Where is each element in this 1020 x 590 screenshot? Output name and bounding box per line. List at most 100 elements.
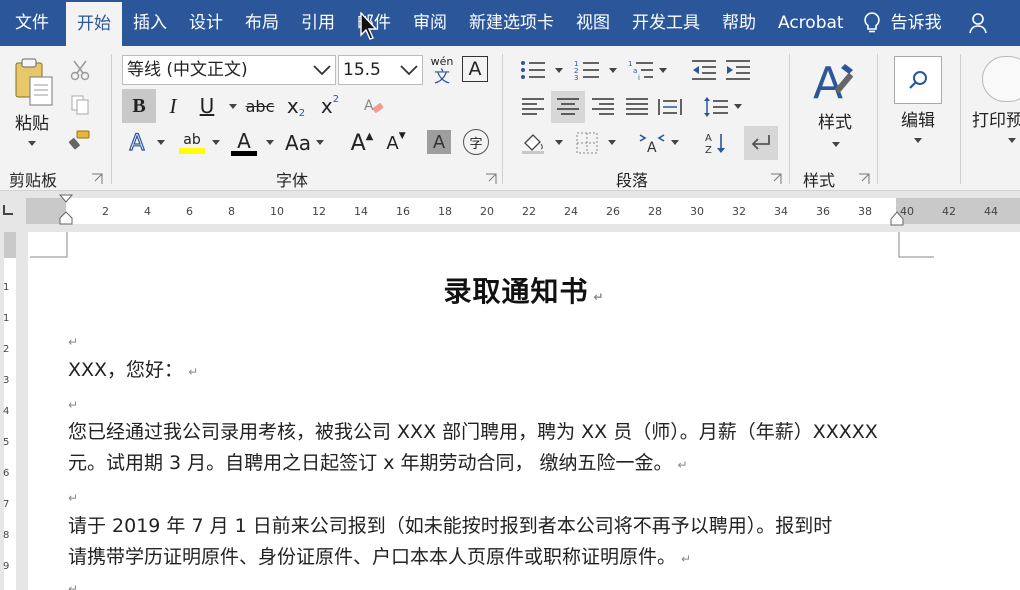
svg-text:A: A	[647, 140, 657, 154]
bullets-dropdown-icon[interactable]	[555, 68, 563, 73]
paste-button[interactable]: 粘贴	[10, 110, 54, 134]
styles-launcher-icon[interactable]	[858, 173, 870, 185]
highlight-dropdown-icon[interactable]	[212, 140, 220, 145]
paste-icon[interactable]	[8, 56, 58, 110]
show-formatting-marks-icon[interactable]	[744, 126, 778, 160]
text-effects-button[interactable]: A	[124, 126, 150, 160]
shrink-font-button[interactable]: A ▼	[382, 126, 410, 160]
paragraph-mark: ↵	[188, 365, 199, 379]
tab-help[interactable]: 帮助	[711, 0, 767, 46]
font-launcher-icon[interactable]	[485, 173, 497, 185]
body-text: 您已经通过我公司录用考核，被我公司 XXX 部门聘用，聘为 XX 员（师）。月薪…	[68, 421, 878, 443]
chinese-layout-dropdown-icon[interactable]	[671, 140, 679, 145]
tab-review[interactable]: 审阅	[402, 0, 458, 46]
tell-me-search[interactable]: 告诉我	[889, 0, 953, 46]
indent-marker-icon[interactable]	[59, 194, 73, 226]
underline-button[interactable]: U	[194, 89, 220, 123]
styles-dropdown-icon[interactable]	[832, 142, 840, 147]
document-page[interactable]: 录取通知书 ↵ ↵ XXX，您好： ↵ ↵ 您已经通过我公司录用考核，被我公司 XX…	[28, 232, 1020, 590]
align-right-icon[interactable]	[586, 91, 620, 123]
font-size-select[interactable]: 15.5	[338, 55, 423, 85]
numbering-icon[interactable]: 123	[570, 56, 604, 84]
tab-developer[interactable]: 开发工具	[621, 0, 711, 46]
tab-new-tab[interactable]: 新建选项卡	[458, 0, 565, 46]
multilevel-dropdown-icon[interactable]	[659, 68, 667, 73]
sort-icon[interactable]: AZ	[700, 126, 732, 160]
editing-button[interactable]: 编辑	[890, 106, 946, 131]
editing-dropdown-icon[interactable]	[914, 138, 922, 143]
underline-dropdown-icon[interactable]	[229, 104, 237, 109]
change-case-button[interactable]: Aa	[282, 126, 314, 160]
print-preview-icon[interactable]	[982, 56, 1020, 102]
tab-insert[interactable]: 插入	[122, 0, 178, 46]
paste-dropdown-icon[interactable]	[28, 141, 36, 146]
tab-file[interactable]: 文件	[0, 0, 66, 46]
multilevel-list-icon[interactable]: 1ai	[624, 56, 658, 84]
tab-acrobat[interactable]: Acrobat	[767, 0, 855, 46]
text-effects-dropdown-icon[interactable]	[157, 140, 165, 145]
search-icon[interactable]	[894, 56, 942, 104]
styles-gallery-icon[interactable]: A	[809, 56, 861, 108]
font-color-button[interactable]: A	[228, 126, 260, 160]
tab-references[interactable]: 引用	[290, 0, 346, 46]
print-preview-dropdown-icon[interactable]	[1008, 138, 1016, 143]
clipboard-launcher-icon[interactable]	[91, 173, 103, 185]
font-name-select[interactable]: 等线 (中文正文)	[122, 55, 336, 85]
tab-design[interactable]: 设计	[178, 0, 234, 46]
tab-layout[interactable]: 布局	[234, 0, 290, 46]
numbering-dropdown-icon[interactable]	[609, 68, 617, 73]
line-spacing-dropdown-icon[interactable]	[734, 104, 742, 109]
tab-selector-icon[interactable]	[2, 204, 14, 216]
vertical-ruler[interactable]: 112345678910	[0, 232, 20, 590]
word-window: 文件 开始 插入 设计 布局 引用 邮件 审阅 新建选项卡 视图 开发工具 帮助…	[0, 0, 1020, 590]
phonetic-guide-button[interactable]: wén 文	[427, 55, 457, 87]
menu-bar: 文件 开始 插入 设计 布局 引用 邮件 审阅 新建选项卡 视图 开发工具 帮助…	[0, 0, 1020, 46]
strikethrough-button[interactable]: abc	[244, 89, 276, 123]
copy-icon[interactable]	[66, 91, 94, 119]
ruler-tick-label: 30	[690, 205, 704, 218]
print-preview-button[interactable]: 打印预	[972, 106, 1020, 131]
align-left-icon[interactable]	[516, 91, 550, 123]
shading-dropdown-icon[interactable]	[555, 140, 563, 145]
character-border-button[interactable]: A	[462, 56, 488, 82]
subscript-button[interactable]: x2	[282, 89, 310, 123]
borders-dropdown-icon[interactable]	[608, 140, 616, 145]
superscript-2: 2	[332, 93, 340, 105]
line-spacing-icon[interactable]	[700, 91, 732, 123]
character-shading-button[interactable]: A	[427, 130, 451, 154]
paragraph-launcher-icon[interactable]	[770, 173, 782, 185]
font-color-dropdown-icon[interactable]	[266, 140, 274, 145]
horizontal-ruler[interactable]: 2 4 6 8 10 12 14 16 18 20 22 24 26 28 30 32 34 36 38 40 42 44	[26, 194, 1020, 226]
grow-font-button[interactable]: A ▲	[348, 126, 376, 160]
justify-icon[interactable]	[620, 91, 654, 123]
highlight-label: ab	[183, 132, 201, 148]
clipboard-group-label: 剪贴板	[9, 171, 58, 190]
body-text: 请于 2019 年 7 月 1 日前来公司报到（如未能按时报到者本公司将不再予以…	[68, 515, 833, 537]
format-painter-icon[interactable]	[66, 126, 94, 154]
vertical-ruler-tick-label: 1	[3, 313, 10, 324]
change-case-dropdown-icon[interactable]	[316, 140, 324, 145]
cut-icon[interactable]	[66, 56, 94, 84]
lightbulb-icon[interactable]	[855, 0, 889, 46]
enclose-characters-button[interactable]: 字	[463, 129, 489, 155]
styles-button[interactable]: 样式	[807, 108, 863, 133]
bullets-icon[interactable]	[516, 56, 550, 84]
increase-indent-icon[interactable]	[722, 56, 754, 84]
bold-button[interactable]: B	[122, 89, 156, 123]
empty-paragraph: ↵	[68, 576, 78, 590]
chinese-layout-icon[interactable]: A	[636, 126, 668, 160]
clear-formatting-icon[interactable]: A	[360, 89, 388, 123]
align-center-icon[interactable]	[551, 91, 585, 123]
user-icon[interactable]	[961, 0, 995, 46]
group-divider	[960, 54, 961, 184]
shading-icon[interactable]	[517, 126, 549, 160]
body-paragraph-2-line-2: 请携带学历证明原件、身份证原件、户口本本人页原件或职称证明原件。 ↵	[68, 542, 691, 569]
tab-view[interactable]: 视图	[565, 0, 621, 46]
distributed-icon[interactable]	[654, 91, 686, 123]
highlight-color-button[interactable]: ab	[176, 126, 208, 160]
borders-icon[interactable]	[571, 126, 603, 160]
tab-home[interactable]: 开始	[66, 0, 122, 46]
italic-button[interactable]: I	[158, 89, 188, 123]
superscript-button[interactable]: x2	[316, 89, 344, 123]
decrease-indent-icon[interactable]	[688, 56, 720, 84]
